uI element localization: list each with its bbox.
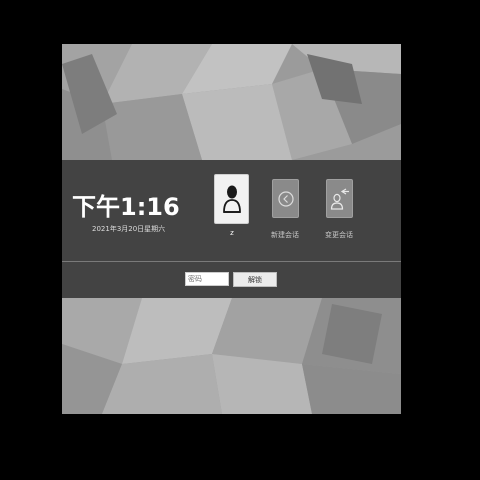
user-tile-box[interactable] — [214, 174, 249, 224]
session-user[interactable]: z — [214, 174, 249, 237]
user-icon — [222, 185, 241, 213]
session-new[interactable]: 新建会话 — [271, 179, 299, 239]
clock-date: 2021年3月20日星期六 — [92, 225, 166, 233]
switch-session-box[interactable] — [326, 179, 353, 218]
password-input[interactable] — [185, 272, 229, 286]
switch-session-icon — [330, 187, 349, 210]
panel-divider — [62, 261, 401, 262]
lock-screen: 下午1:16 2021年3月20日星期六 z 新建会话 变更会话 解锁 — [62, 44, 401, 414]
new-session-box[interactable] — [272, 179, 299, 218]
new-session-icon — [277, 190, 294, 207]
lock-panel: 下午1:16 2021年3月20日星期六 z 新建会话 变更会话 解锁 — [62, 160, 401, 298]
unlock-button[interactable]: 解锁 — [233, 272, 277, 287]
switch-session-label: 变更会话 — [325, 231, 353, 239]
session-switch[interactable]: 变更会话 — [325, 179, 353, 239]
clock-time: 下午1:16 — [72, 193, 180, 221]
